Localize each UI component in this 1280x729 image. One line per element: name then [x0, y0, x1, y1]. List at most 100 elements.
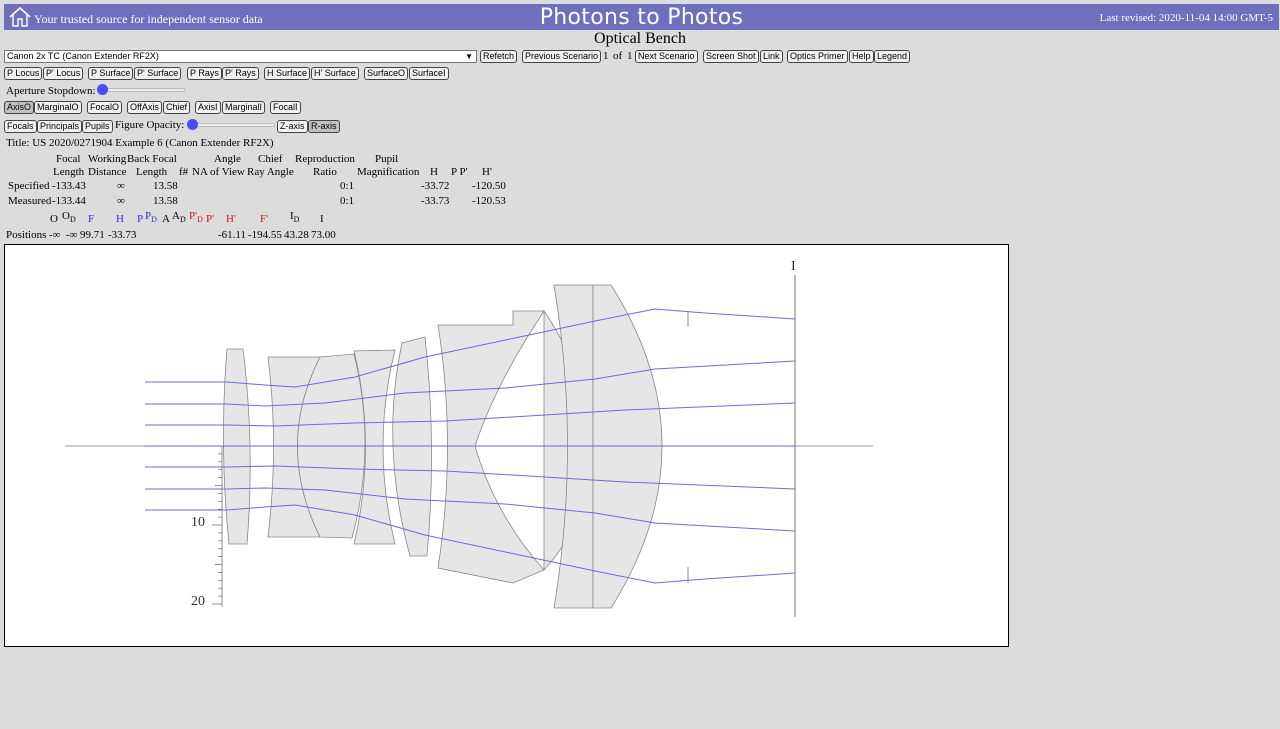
row-label: Measured — [8, 195, 52, 207]
lens-element-6 — [437, 310, 545, 584]
symbol-i: I — [320, 213, 324, 225]
header-fnum: f# — [179, 166, 189, 178]
symbol-a: A — [162, 213, 170, 225]
axis-i-button[interactable]: AxisI — [195, 101, 221, 114]
cell-h: -33.72 — [421, 180, 450, 192]
figure-opacity-slider[interactable] — [187, 119, 275, 131]
scenario-index: 1 — [603, 50, 609, 62]
chevron-down-icon: ▼ — [465, 52, 473, 61]
focal-o-button[interactable]: FocalO — [87, 101, 123, 114]
symbol-od: OD — [62, 210, 76, 225]
slider-thumb[interactable] — [97, 84, 108, 95]
focal-i-button[interactable]: FocalI — [270, 101, 301, 114]
figure-opacity-label: Figure Opacity: — [115, 119, 185, 131]
cell-back-focal-length: 13.58 — [153, 180, 178, 192]
next-scenario-button[interactable]: Next Scenario — [635, 50, 698, 63]
p-surface-button[interactable]: P Surface — [88, 67, 134, 80]
slider-thumb[interactable] — [187, 119, 198, 130]
cell-back-focal-length: 13.58 — [153, 195, 178, 207]
symbol-ad: AD — [172, 210, 186, 225]
value-i: 73.00 — [311, 229, 336, 241]
surface-i-button[interactable]: SurfaceI — [409, 67, 449, 80]
p-prime-surface-button[interactable]: P' Surface — [134, 67, 182, 80]
cell-reproduction-ratio: 0:1 — [340, 180, 355, 192]
header-working: Working — [88, 153, 127, 165]
site-banner: Your trusted source for independent sens… — [4, 4, 1279, 30]
p-locus-button[interactable]: P Locus — [4, 67, 43, 80]
pupils-button[interactable]: Pupils — [82, 120, 113, 133]
symbol-pd: PD — [145, 210, 157, 225]
header-angle: Angle — [214, 153, 241, 165]
scenario-select-value: Canon 2x TC (Canon Extender RF2X) — [7, 51, 159, 61]
marginal-o-button[interactable]: MarginalO — [34, 101, 82, 114]
symbol-ppd: P'D — [189, 210, 203, 225]
h-prime-surface-button[interactable]: H' Surface — [311, 67, 359, 80]
refetch-button[interactable]: Refetch — [480, 50, 518, 63]
help-button[interactable]: Help — [849, 50, 874, 63]
cell-h-prime: -120.53 — [472, 195, 506, 207]
value-f-prime: -194.55 — [248, 229, 282, 241]
value-h: -33.73 — [108, 229, 137, 241]
symbol-pp: P' — [206, 213, 215, 225]
axis-o-button[interactable]: AxisO — [4, 101, 35, 114]
image-plane-label: I — [791, 259, 796, 274]
header-h: H — [430, 166, 438, 178]
off-axis-button[interactable]: OffAxis — [127, 101, 162, 114]
link-button[interactable]: Link — [760, 50, 783, 63]
symbol-h: H — [116, 213, 124, 225]
cell-working-distance: ∞ — [117, 180, 125, 192]
page-title: Optical Bench — [594, 30, 686, 47]
scale-label-10: 10 — [191, 515, 205, 530]
p-prime-locus-button[interactable]: P' Locus — [43, 67, 84, 80]
legend-button[interactable]: Legend — [874, 50, 911, 63]
cell-working-distance: ∞ — [117, 195, 125, 207]
cell-h: -33.73 — [421, 195, 450, 207]
value-id: 43.28 — [284, 229, 309, 241]
principals-button[interactable]: Principals — [37, 120, 83, 133]
row-label: Specified — [8, 180, 50, 192]
surface-o-button[interactable]: SurfaceO — [364, 67, 409, 80]
p-rays-button[interactable]: P Rays — [187, 67, 222, 80]
cell-focal-length: -133.43 — [52, 180, 86, 192]
cell-h-prime: -120.50 — [472, 180, 506, 192]
optical-bench-canvas[interactable]: I 10 20 — [4, 244, 1009, 647]
scenario-select[interactable]: Canon 2x TC (Canon Extender RF2X) ▼ — [4, 50, 477, 63]
header-p-pprime: P P' — [451, 166, 468, 178]
z-axis-button[interactable]: Z-axis — [277, 120, 308, 133]
header-ray-angle: Ray Angle — [247, 166, 294, 178]
site-title[interactable]: Photons to Photos — [4, 5, 1279, 30]
lens-diagram: I 10 20 — [65, 259, 873, 617]
header-ratio: Ratio — [313, 166, 337, 178]
scenario-title: Title: US 2020/0271904 Example 6 (Canon … — [6, 137, 274, 149]
r-axis-button[interactable]: R-axis — [308, 120, 340, 133]
symbol-fp: F' — [260, 213, 269, 225]
header-focal: Focal — [56, 153, 81, 165]
header-h-prime: H' — [482, 166, 492, 178]
header-pupil: Pupil — [375, 153, 399, 165]
header-reproduction: Reproduction — [295, 153, 355, 165]
slider-track — [97, 88, 185, 92]
symbol-p: P — [137, 213, 144, 225]
optics-primer-button[interactable]: Optics Primer — [787, 50, 848, 63]
p-prime-rays-button[interactable]: P' Rays — [222, 67, 259, 80]
value-od: -∞ — [66, 229, 78, 241]
aperture-stopdown-slider[interactable] — [97, 84, 185, 96]
symbol-hp: H' — [226, 213, 236, 225]
header-magnification: Magnification — [357, 166, 420, 178]
screen-shot-button[interactable]: Screen Shot — [703, 50, 759, 63]
chief-button[interactable]: Chief — [163, 101, 191, 114]
symbol-o: O — [50, 213, 58, 225]
marginal-i-button[interactable]: MarginalI — [222, 101, 266, 114]
cell-focal-length: -133.44 — [52, 195, 86, 207]
header-chief: Chief — [258, 153, 283, 165]
cell-reproduction-ratio: 0:1 — [340, 195, 355, 207]
h-surface-button[interactable]: H Surface — [264, 67, 311, 80]
last-revised: Last revised: 2020-11-04 14:00 GMT-5 — [1099, 12, 1273, 24]
header-of-view: of View — [210, 166, 245, 178]
header-length: Length — [53, 166, 85, 178]
previous-scenario-button[interactable]: Previous Scenario — [522, 50, 602, 63]
header-back-focal: Back Focal — [127, 153, 177, 165]
scale-label-20: 20 — [191, 594, 205, 609]
focals-button[interactable]: Focals — [4, 120, 37, 133]
scenario-total: 1 — [627, 50, 633, 62]
